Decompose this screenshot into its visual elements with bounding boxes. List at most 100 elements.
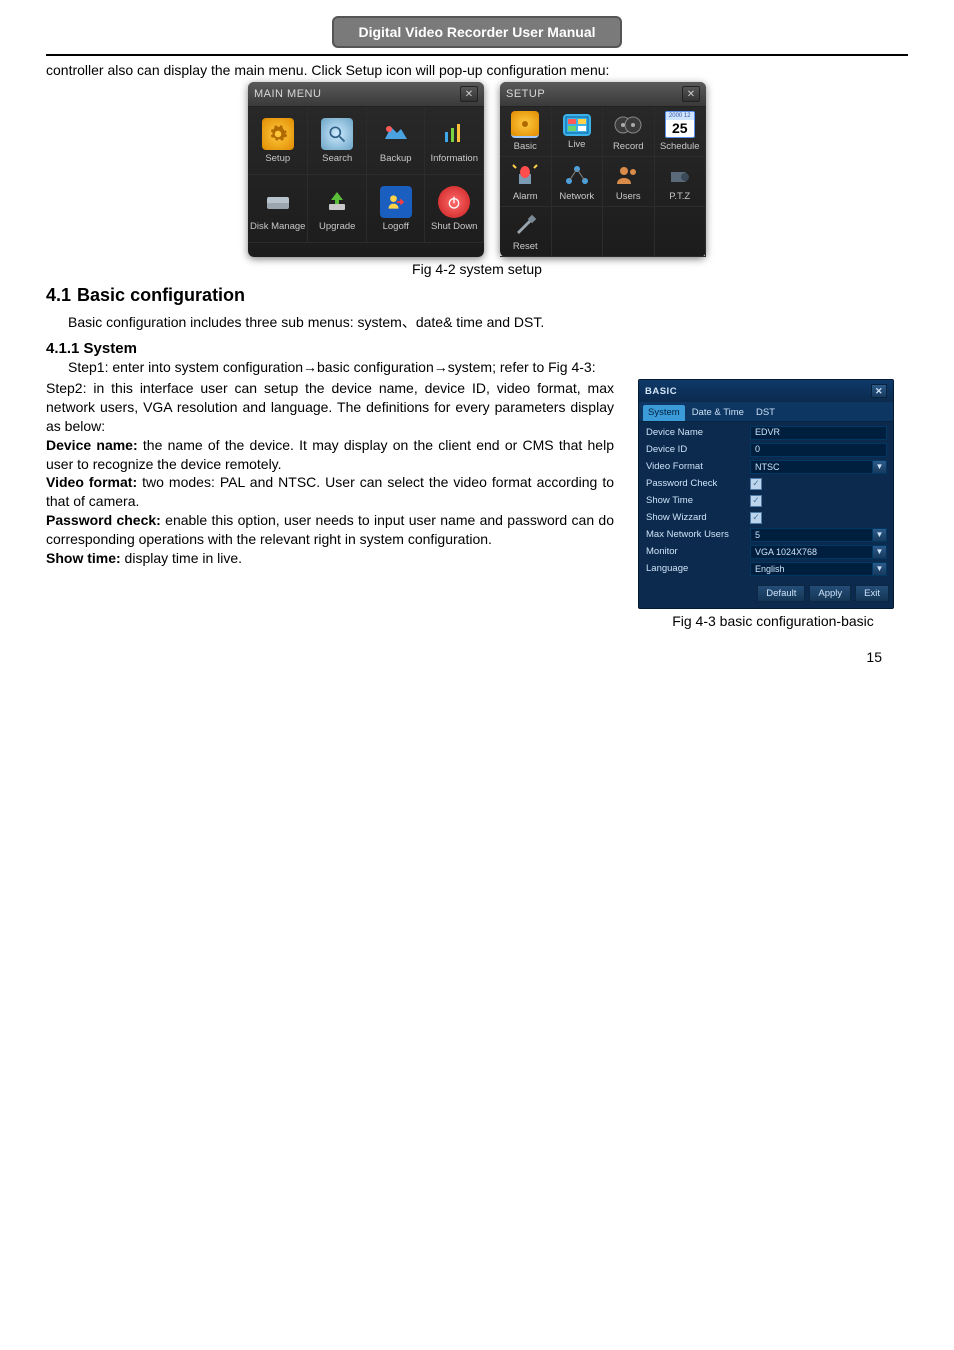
form-row: Video FormatNTSC▼: [642, 458, 890, 475]
logoff-icon: [380, 186, 412, 218]
menu-item-setup[interactable]: Setup: [248, 107, 308, 175]
ptz-icon: [664, 161, 696, 188]
tab-system[interactable]: System: [643, 405, 685, 421]
exit-button[interactable]: Exit: [855, 585, 889, 602]
page-number: 15: [46, 649, 882, 665]
form-label: Password Check: [642, 478, 750, 489]
setup-item-live[interactable]: Live: [552, 107, 604, 157]
setup-item-users[interactable]: Users: [603, 157, 655, 207]
form-label: Language: [642, 563, 750, 574]
chevron-down-icon[interactable]: ▼: [872, 529, 886, 541]
alarm-icon: [509, 161, 541, 188]
empty-cell: [603, 207, 655, 257]
setup-item-label: Basic: [514, 142, 537, 152]
form-label: Monitor: [642, 546, 750, 557]
close-icon[interactable]: ✕: [460, 86, 478, 102]
fig-4-2-caption: Fig 4-2 system setup: [46, 261, 908, 277]
select-input[interactable]: English▼: [750, 562, 887, 576]
form-row: MonitorVGA 1024X768▼: [642, 543, 890, 560]
setup-item-label: Live: [568, 140, 585, 150]
menu-item-information[interactable]: Information: [425, 107, 484, 175]
setup-item-label: Alarm: [513, 192, 538, 202]
basic-dialog: BASIC ✕ System Date & Time DST Device Na…: [638, 379, 894, 609]
form-row: Device ID0: [642, 441, 890, 458]
form-row: LanguageEnglish▼: [642, 560, 890, 577]
section-4-1-1-heading: 4.1.1 System: [46, 340, 908, 357]
gear-icon: [262, 118, 294, 150]
disk-icon: [262, 186, 294, 218]
form-row: Password Check✓: [642, 475, 890, 492]
menu-item-label: Logoff: [383, 222, 409, 232]
menu-item-label: Search: [322, 154, 352, 164]
select-input[interactable]: NTSC▼: [750, 460, 887, 474]
menu-item-search[interactable]: Search: [308, 107, 367, 175]
setup-item-label: Schedule: [660, 142, 700, 152]
close-icon[interactable]: ✕: [871, 384, 887, 398]
main-menu-window: MAIN MENU ✕ Setup Search: [248, 82, 484, 257]
chevron-down-icon[interactable]: ▼: [872, 546, 886, 558]
section-4-1-heading: 4.1Basic configuration: [46, 285, 908, 306]
setup-item-record[interactable]: Record: [603, 107, 655, 157]
record-icon: [612, 111, 644, 138]
setup-item-ptz[interactable]: P.T.Z: [655, 157, 707, 207]
fig-4-3-caption: Fig 4-3 basic configuration-basic: [638, 613, 908, 629]
header-title: Digital Video Recorder User Manual: [332, 16, 621, 48]
menu-item-label: Information: [430, 154, 478, 164]
setup-item-basic[interactable]: Basic: [500, 107, 552, 157]
form-row: Max Network Users5▼: [642, 526, 890, 543]
menu-item-backup[interactable]: Backup: [367, 107, 426, 175]
tab-date-time[interactable]: Date & Time: [687, 405, 749, 421]
intro-text: controller also can display the main men…: [46, 62, 908, 78]
menu-item-shutdown[interactable]: Shut Down: [425, 175, 484, 243]
menu-item-label: Shut Down: [431, 222, 477, 232]
network-icon: [561, 161, 593, 188]
checkbox[interactable]: ✓: [750, 512, 762, 524]
checkbox[interactable]: ✓: [750, 495, 762, 507]
step1-text: Step1: enter into system configuration→b…: [68, 359, 908, 375]
select-input[interactable]: 5▼: [750, 528, 887, 542]
setup-item-schedule[interactable]: 2000 12 25 Schedule: [655, 107, 707, 157]
form-label: Video Format: [642, 461, 750, 472]
setup-item-label: Reset: [513, 242, 538, 252]
live-icon: [563, 114, 591, 136]
form-label: Show Wizzard: [642, 512, 750, 523]
empty-cell: [552, 207, 604, 257]
menu-item-logoff[interactable]: Logoff: [367, 175, 426, 243]
setup-item-label: P.T.Z: [669, 192, 690, 202]
reset-icon: [509, 211, 541, 238]
setup-item-network[interactable]: Network: [552, 157, 604, 207]
main-menu-title: MAIN MENU: [254, 88, 321, 100]
chevron-down-icon[interactable]: ▼: [872, 461, 886, 473]
text-input[interactable]: 0: [750, 443, 887, 457]
menu-item-label: Backup: [380, 154, 412, 164]
setup-item-label: Record: [613, 142, 644, 152]
setup-item-reset[interactable]: Reset: [500, 207, 552, 257]
calendar-icon: 2000 12 25: [665, 111, 695, 138]
text-input[interactable]: EDVR: [750, 426, 887, 440]
setup-window: SETUP ✕ Basic Live: [500, 82, 706, 257]
form-row: Device NameEDVR: [642, 424, 890, 441]
section-4-1-para: Basic configuration includes three sub m…: [68, 312, 908, 332]
menu-item-disk-manage[interactable]: Disk Manage: [248, 175, 308, 243]
menu-item-label: Upgrade: [319, 222, 355, 232]
close-icon[interactable]: ✕: [682, 86, 700, 102]
form-row: Show Time✓: [642, 492, 890, 509]
apply-button[interactable]: Apply: [809, 585, 851, 602]
shutdown-icon: [438, 186, 470, 218]
backup-icon: [380, 118, 412, 150]
select-input[interactable]: VGA 1024X768▼: [750, 545, 887, 559]
info-icon: [438, 118, 470, 150]
default-button[interactable]: Default: [757, 585, 805, 602]
setup-title: SETUP: [506, 88, 545, 100]
setup-item-alarm[interactable]: Alarm: [500, 157, 552, 207]
divider: [46, 54, 908, 56]
setup-item-label: Network: [559, 192, 594, 202]
setup-item-label: Users: [616, 192, 641, 202]
tab-dst[interactable]: DST: [751, 405, 780, 421]
form-label: Show Time: [642, 495, 750, 506]
chevron-down-icon[interactable]: ▼: [872, 563, 886, 575]
checkbox[interactable]: ✓: [750, 478, 762, 490]
form-row: Show Wizzard✓: [642, 509, 890, 526]
menu-item-label: Setup: [265, 154, 290, 164]
menu-item-upgrade[interactable]: Upgrade: [308, 175, 367, 243]
